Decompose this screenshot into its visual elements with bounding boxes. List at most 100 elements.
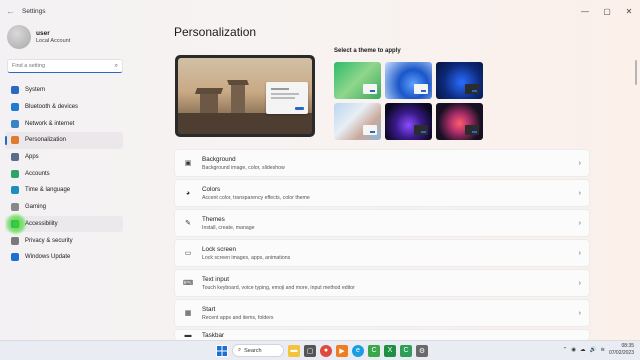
palette-icon: ◕ (185, 189, 191, 197)
speaker-icon[interactable]: 🔊 (590, 347, 597, 353)
theme-grid (334, 62, 483, 140)
title-bar: ← Settings (0, 0, 640, 22)
camtasia-recorder-icon[interactable]: C (400, 344, 412, 357)
window-controls: — ▢ ✕ (574, 0, 640, 22)
settings-card-colors[interactable]: ◕ Colors Accent color, transparency effect… (174, 179, 590, 207)
sidebar-item-label: Privacy & security (25, 237, 73, 244)
monitor-icon (11, 86, 19, 95)
settings-card-background[interactable]: ▣ Background Background image, color, slid… (174, 149, 590, 177)
cursor-highlight (5, 213, 27, 235)
card-subtitle: Install, create, manage (202, 224, 255, 231)
sidebar-item-bluetooth-devices[interactable]: Bluetooth & devices (5, 99, 123, 116)
chevron-right-icon: › (578, 309, 581, 317)
task-view-icon[interactable]: ▢ (304, 344, 316, 357)
minimize-icon[interactable]: — (574, 0, 596, 22)
settings-cards: ▣ Background Background image, color, slid… (174, 149, 590, 343)
system-tray: ⌃ ◉ ☁ 🔊 ≋ 08:35 07/02/2023 (563, 343, 634, 357)
back-arrow-icon[interactable]: ← (6, 6, 16, 16)
wifi-icon[interactable]: ≋ (600, 347, 605, 353)
card-title: Lock screen (202, 245, 236, 253)
clock-time: 08:35 (621, 343, 634, 349)
sidebar-item-network-internet[interactable]: Network & internet (5, 115, 123, 132)
onedrive-icon[interactable]: ☁ (580, 347, 586, 353)
close-icon[interactable]: ✕ (618, 0, 640, 22)
chevron-right-icon: › (578, 189, 581, 197)
card-title: Colors (202, 185, 221, 193)
avatar (7, 25, 31, 49)
taskbar-search-label: Search (244, 347, 262, 354)
settings-icon[interactable]: ⚙ (416, 344, 428, 357)
globe-clock-icon (11, 186, 19, 195)
window-title: Settings (22, 7, 46, 15)
apps-icon (11, 153, 19, 162)
image-icon: ▣ (184, 160, 192, 167)
search-input[interactable] (12, 63, 115, 69)
card-title: Taskbar (202, 332, 225, 339)
green-app-icon[interactable]: X (384, 344, 396, 357)
keyboard-icon: ⌨ (183, 280, 194, 287)
sidebar-item-gaming[interactable]: Gaming (5, 199, 123, 216)
sidebar-item-system[interactable]: System (5, 82, 123, 99)
sidebar-item-label: System (25, 87, 46, 94)
settings-card-start[interactable]: ▦ Start Recent apps and items, folders › (174, 299, 590, 327)
theme-option-2[interactable] (385, 62, 432, 99)
person-icon (11, 169, 19, 178)
sidebar-item-label: Bluetooth & devices (25, 104, 79, 111)
sidebar-item-personalization[interactable]: Personalization (5, 132, 123, 149)
settings-card-themes[interactable]: ✎ Themes Install, create, manage › (174, 209, 590, 237)
scrollbar[interactable] (635, 60, 637, 85)
chevron-right-icon: › (578, 219, 581, 227)
theme-option-1[interactable] (334, 62, 381, 99)
search-icon: ⌕ (238, 347, 242, 353)
sidebar-nav: System Bluetooth & devices Network & inter… (5, 82, 123, 266)
theme-option-3[interactable] (436, 62, 483, 99)
sidebar-item-label: Accounts (25, 170, 50, 177)
page-title: Personalization (174, 25, 257, 39)
theme-option-5[interactable] (385, 103, 432, 140)
sidebar-item-label: Apps (25, 154, 39, 161)
shield-icon (11, 236, 19, 245)
sidebar: user Local Account ⌕ System Bluetooth & d… (0, 22, 128, 340)
sidebar-item-label: Windows Update (25, 254, 71, 261)
sidebar-item-label: Accessibility (25, 220, 58, 227)
sidebar-item-label: Time & language (25, 187, 71, 194)
sidebar-item-accounts[interactable]: Accounts (5, 165, 123, 182)
chevron-up-icon[interactable]: ⌃ (563, 347, 568, 353)
user-name: user (36, 30, 50, 37)
chevron-right-icon: › (578, 159, 581, 167)
sidebar-item-time-language[interactable]: Time & language (5, 182, 123, 199)
settings-card-text-input[interactable]: ⌨ Text input Touch keyboard, voice typing,… (174, 269, 590, 297)
edge-icon[interactable]: e (352, 344, 364, 357)
taskbar-icon: ▬ (184, 332, 192, 339)
settings-card-lock-screen[interactable]: ▭ Lock screen Lock screen images, apps, an… (174, 239, 590, 267)
brush-icon (11, 136, 19, 145)
search-icon: ⌕ (114, 62, 118, 69)
windows-start-icon[interactable] (216, 344, 228, 357)
sidebar-item-windows-update[interactable]: Windows Update (5, 249, 123, 266)
chrome-icon[interactable]: ● (320, 344, 332, 357)
card-subtitle: Accent color, transparency effects, colo… (202, 194, 310, 201)
file-explorer-icon[interactable]: ▬ (288, 344, 300, 357)
update-icon (11, 253, 19, 262)
camtasia-icon[interactable]: C (368, 344, 380, 357)
sidebar-item-label: Personalization (25, 137, 67, 144)
maximize-icon[interactable]: ▢ (596, 0, 618, 22)
theme-option-6[interactable] (436, 103, 483, 140)
user-profile[interactable]: user Local Account (7, 25, 70, 49)
card-subtitle: Background image, color, slideshow (202, 164, 285, 171)
taskbar-search[interactable]: ⌕ Search (232, 344, 284, 357)
clock[interactable]: 08:35 07/02/2023 (609, 343, 634, 357)
sidebar-item-privacy-security[interactable]: Privacy & security (5, 232, 123, 249)
theme-select-label: Select a theme to apply (334, 48, 401, 54)
sidebar-item-apps[interactable]: Apps (5, 149, 123, 166)
taskbar: ⌕ Search ▬ ▢ ● ▶ e C X C ⚙ ⌃ ◉ ☁ 🔊 ≋ 08:… (0, 340, 640, 360)
theme-option-4[interactable] (334, 103, 381, 140)
tray-app-icon[interactable]: ◉ (571, 347, 576, 353)
card-subtitle: Touch keyboard, voice typing, emoji and … (202, 284, 355, 291)
media-player-icon[interactable]: ▶ (336, 344, 348, 357)
account-type: Local Account (36, 38, 71, 44)
card-title: Background (202, 155, 236, 163)
gamepad-icon (11, 203, 19, 212)
clock-date: 07/02/2023 (608, 350, 634, 356)
start-icon: ▦ (184, 310, 192, 317)
